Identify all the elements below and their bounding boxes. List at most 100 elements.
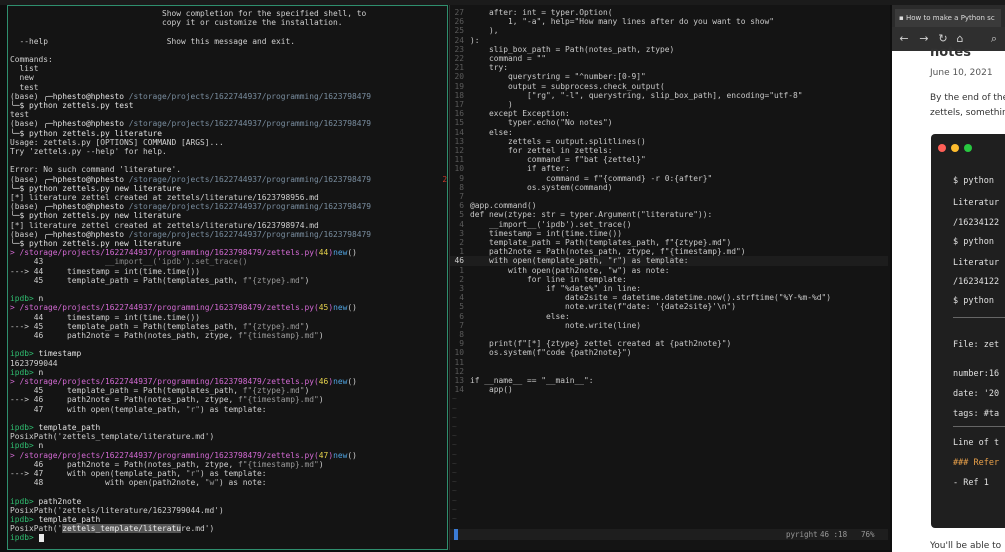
terminal-text: template_path = Path(templates_path, [67,275,243,285]
terminal-text: path2note [38,496,82,506]
terminal-text: (base) [10,229,44,239]
code-block-line: ### Refer [953,458,1000,468]
code-text: timestamp = int(time.time()) [470,229,622,238]
line-number: 17 [454,100,464,109]
terminal-text: PosixPath(' [10,524,63,534]
terminal-text: Commands: [10,55,53,64]
terminal-text: n [38,441,44,451]
editor-line: 1 with open(path2note, "w") as note: [450,266,888,275]
back-icon[interactable]: ← [896,31,912,47]
code-token: @app.command() [470,201,537,211]
terminal-line: > /storage/projects/1622744937/programmi… [10,303,357,312]
empty-buffer-line: ~ [450,505,888,514]
editor-line: 9 print(f"[*] {ztype} zettel created at … [450,339,888,348]
terminal-text: ipdb> [10,533,39,543]
code-text: ): [470,36,480,45]
code-token: ["rg", "-l", querystring, slip_box_path]… [470,90,803,100]
terminal-text: f"{timestamp}.md" [238,331,319,340]
terminal-text: > /storage/projects/1622744937/programmi… [10,450,319,460]
terminal-line: ipdb> n [10,368,43,377]
terminal-line: 46 path2note = Path(notes_path, ztype, f… [10,460,324,469]
terminal-text: ╰─$ python zettels.py new literature [10,211,182,221]
line-number: 3 [459,228,464,238]
terminal-text: /storage/projects/1622744937/programming… [128,119,372,129]
code-token: os.system(command) [470,182,613,192]
terminal-pane[interactable]: Show completion for the specified shell,… [7,5,448,550]
code-token: zettels = output.splitlines() [470,136,646,146]
editor-line: 14 app() [450,385,888,394]
code-block-line: date: '20 [953,389,1000,399]
code-text: try: [470,63,508,72]
code-text: ) [470,100,513,109]
terminal-line: (base) ╭─hphesto@hphesto /storage/projec… [10,175,447,184]
line-number: 6 [459,201,464,211]
empty-buffer-line: ~ [450,404,888,413]
search-icon[interactable]: ⌕ [986,31,1002,47]
code-divider [953,317,1005,318]
line-number: 10 [454,164,464,174]
terminal-line: ipdb> path2note [10,497,81,506]
editor-line: 16 except Exception: [450,109,888,118]
editor-line: 17 ) [450,100,888,109]
terminal-text: path2note = Path(notes_path, ztype, [67,331,239,340]
terminal-line: (base) ╭─hphesto@hphesto /storage/projec… [10,92,371,101]
editor-line: 13 zettels = output.splitlines() [450,137,888,146]
browser-tab[interactable]: ▪ How to make a Python sc [895,9,1001,27]
terminal-text: ipdb> [10,496,39,506]
selected-text: zettels_template/literatu [62,524,182,534]
terminal-line: new [10,73,34,82]
tilde-marker: ~ [452,449,457,459]
mode-indicator [454,529,458,540]
terminal-text: ╭─hphesto@hphesto [43,91,129,101]
line-number: 25 [454,26,464,36]
line-number: 1 [459,247,464,257]
editor-line: 14 else: [450,128,888,137]
code-block-line: number:16 [953,369,1000,379]
terminal-text: ) [318,395,324,405]
code-token: date2site = datetime.datetime.now().strf… [470,293,832,303]
code-token: ), [470,26,499,36]
terminal-text: ╭─hphesto@hphesto [43,229,129,239]
terminal-text: /storage/projects/1622744937/programming… [128,202,372,212]
terminal-text: re.md') [181,524,215,534]
code-token: querystring = "^number:[0-9]" [470,72,646,82]
article-heading: notes [930,45,971,60]
terminal-text: /storage/projects/1622744937/programming… [128,229,372,239]
line-number: 14 [454,385,464,395]
terminal-text: Try 'zettels.py --help' for help. [10,147,167,156]
code-token: else: [470,127,513,137]
editor-pane[interactable]: pyright 46 :18 76% 27 after: int = typer… [449,5,890,550]
terminal-line: 48 with open(path2note, "w") as note: [10,478,267,487]
terminal-line: Usage: zettels.py [OPTIONS] COMMAND [ARG… [10,138,224,147]
terminal-text: (base) [10,202,44,212]
terminal-text: f"{ztype}.md" [242,275,305,285]
editor-line: 3 if "%date%" in line: [450,284,888,293]
terminal-line: 47 with open(template_path, "r") as temp… [10,405,267,414]
code-text: 1, "-a", help="How many lines after do y… [470,17,774,26]
editor-line: 2 for line in template: [450,275,888,284]
terminal-text: new [10,73,34,83]
terminal-text: 46 [318,377,329,386]
browser-tab-bar: ▪ How to make a Python sc [892,5,1005,27]
code-block-line: /16234122 [953,277,1000,287]
editor-line: 12 for zettel in zettels: [450,146,888,155]
code-token: os.system(f"code {path2note}") [470,348,632,358]
terminal-text: 45 [10,386,68,396]
line-number: 5 [459,210,464,220]
terminal-text: ╭─hphesto@hphesto [43,119,129,129]
code-block-line: $ python [953,296,994,306]
code-token: note.write(line) [470,320,642,330]
terminal-line: ---> 47 with open(template_path, "r") as… [10,469,267,478]
empty-buffer-line: ~ [450,486,888,495]
terminal-text: new [333,248,348,258]
editor-line: 8 [450,330,888,339]
terminal-text: template_path [38,423,101,432]
tilde-marker: ~ [452,403,457,413]
code-divider [953,426,1005,427]
terminal-text: [*] literature zettel created at zettels… [10,220,319,230]
line-number: 21 [454,63,464,73]
terminal-line: ipdb> template_path [10,515,100,524]
terminal-line: 1623799044 [10,359,58,368]
code-text: ), [470,26,499,35]
line-number: 11 [454,155,464,165]
